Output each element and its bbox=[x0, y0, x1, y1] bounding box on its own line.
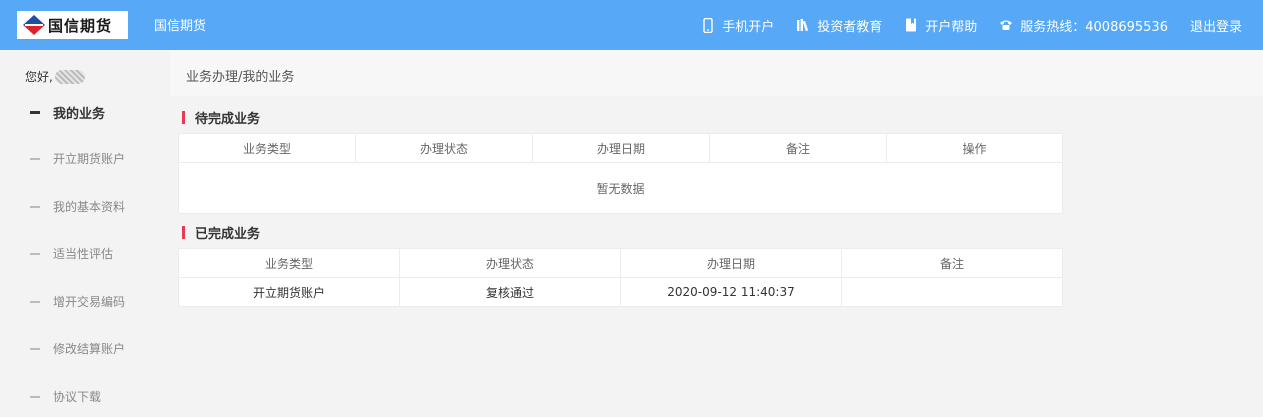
empty-row: 暂无数据 bbox=[178, 162, 1063, 214]
nav-account-help-label: 开户帮助 bbox=[925, 19, 978, 35]
sidebar-item-modify-settlement-account[interactable]: 修改结算账户 bbox=[30, 340, 125, 357]
brand-name[interactable]: 国信期货 bbox=[154, 15, 206, 34]
breadcrumb-bar: 业务办理/我的业务 bbox=[170, 50, 1263, 96]
sidebar-item-label: 适当性评估 bbox=[53, 247, 114, 261]
section-marker bbox=[182, 111, 185, 124]
column-header: 办理状态 bbox=[399, 248, 621, 278]
column-header: 备注 bbox=[709, 133, 887, 163]
blurred-username bbox=[54, 69, 85, 84]
sidebar-item-add-trading-code[interactable]: 增开交易编码 bbox=[30, 293, 125, 310]
dash-icon bbox=[30, 157, 40, 160]
nav-service-hotline-label: 服务热线：4008695536 bbox=[1020, 19, 1168, 35]
nav-account-help[interactable]: 开户帮助 bbox=[904, 16, 977, 35]
nav-service-hotline: 服务热线：4008695536 bbox=[999, 16, 1168, 35]
logo-icon bbox=[23, 15, 45, 35]
cell-remark bbox=[841, 277, 1063, 307]
nav-investor-education-label: 投资者教育 bbox=[817, 19, 883, 35]
pending-table: 业务类型 办理状态 办理日期 备注 操作 暂无数据 bbox=[178, 133, 1063, 214]
logo-text: 国信期货 bbox=[48, 16, 113, 35]
completed-section-title: 已完成业务 bbox=[182, 223, 260, 242]
table-header-row: 业务类型 办理状态 办理日期 备注 操作 bbox=[178, 133, 1063, 163]
sidebar-item-basic-info[interactable]: 我的基本资料 bbox=[30, 198, 125, 215]
dash-icon bbox=[30, 252, 40, 255]
section-marker bbox=[182, 226, 185, 239]
sidebar-item-suitability-assessment[interactable]: 适当性评估 bbox=[30, 245, 113, 262]
table-header-row: 业务类型 办理状态 办理日期 备注 bbox=[178, 248, 1063, 278]
sidebar-item-label: 我的基本资料 bbox=[53, 200, 126, 214]
phone-icon bbox=[999, 17, 1013, 33]
column-header: 办理状态 bbox=[355, 133, 533, 163]
logo[interactable]: 国信期货 bbox=[17, 11, 128, 39]
sidebar-item-label: 我的业务 bbox=[53, 107, 106, 122]
dash-icon bbox=[30, 111, 40, 114]
main-content: 业务办理/我的业务 待完成业务 业务类型 办理状态 办理日期 备注 操作 暂无数… bbox=[170, 50, 1263, 417]
sidebar-item-label: 开立期货账户 bbox=[53, 152, 126, 166]
table-row: 开立期货账户 复核通过 2020-09-12 11:40:37 bbox=[178, 277, 1063, 307]
bookmark-icon bbox=[904, 17, 918, 33]
user-greeting: 您好, bbox=[25, 68, 85, 85]
greeting-text: 您好, bbox=[25, 70, 53, 84]
logout-label: 退出登录 bbox=[1189, 19, 1242, 35]
sidebar-item-label: 修改结算账户 bbox=[53, 342, 126, 356]
column-header: 操作 bbox=[886, 133, 1063, 163]
sidebar: 您好, 我的业务 开立期货账户 我的基本资料 适当性评估 增开交易编码 修改结算… bbox=[0, 50, 170, 417]
column-header: 业务类型 bbox=[178, 133, 356, 163]
sidebar-item-my-business[interactable]: 我的业务 bbox=[30, 103, 105, 122]
sidebar-item-agreement-download[interactable]: 协议下载 bbox=[30, 388, 101, 405]
mobile-icon bbox=[701, 17, 715, 33]
sidebar-item-label: 协议下载 bbox=[53, 390, 102, 404]
sidebar-item-open-futures-account[interactable]: 开立期货账户 bbox=[30, 150, 125, 167]
pending-title-text: 待完成业务 bbox=[195, 112, 261, 127]
nav-mobile-account-label: 手机开户 bbox=[722, 19, 775, 35]
pending-section-title: 待完成业务 bbox=[182, 108, 260, 127]
top-nav: 手机开户 投资者教育 开户帮助 服务热线：4008695536 退出登录 bbox=[701, 0, 1263, 50]
dash-icon bbox=[30, 205, 40, 208]
column-header: 办理日期 bbox=[620, 248, 842, 278]
cell-business-type: 开立期货账户 bbox=[178, 277, 400, 307]
column-header: 办理日期 bbox=[532, 133, 710, 163]
empty-message: 暂无数据 bbox=[178, 162, 1063, 214]
dash-icon bbox=[30, 347, 40, 350]
top-header: 国信期货 国信期货 手机开户 投资者教育 开户帮助 服务热线：400869553 bbox=[0, 0, 1263, 50]
books-icon bbox=[796, 17, 810, 33]
completed-title-text: 已完成业务 bbox=[195, 227, 261, 242]
sidebar-item-label: 增开交易编码 bbox=[53, 295, 126, 309]
dash-icon bbox=[30, 395, 40, 398]
nav-investor-education[interactable]: 投资者教育 bbox=[796, 16, 882, 35]
dash-icon bbox=[30, 300, 40, 303]
completed-table: 业务类型 办理状态 办理日期 备注 开立期货账户 复核通过 2020-09-12… bbox=[178, 248, 1063, 307]
breadcrumb: 业务办理/我的业务 bbox=[186, 70, 295, 85]
logout-button[interactable]: 退出登录 bbox=[1190, 16, 1242, 35]
column-header: 备注 bbox=[841, 248, 1063, 278]
cell-date: 2020-09-12 11:40:37 bbox=[620, 277, 842, 307]
nav-mobile-account[interactable]: 手机开户 bbox=[701, 16, 774, 35]
cell-status: 复核通过 bbox=[399, 277, 621, 307]
column-header: 业务类型 bbox=[178, 248, 400, 278]
